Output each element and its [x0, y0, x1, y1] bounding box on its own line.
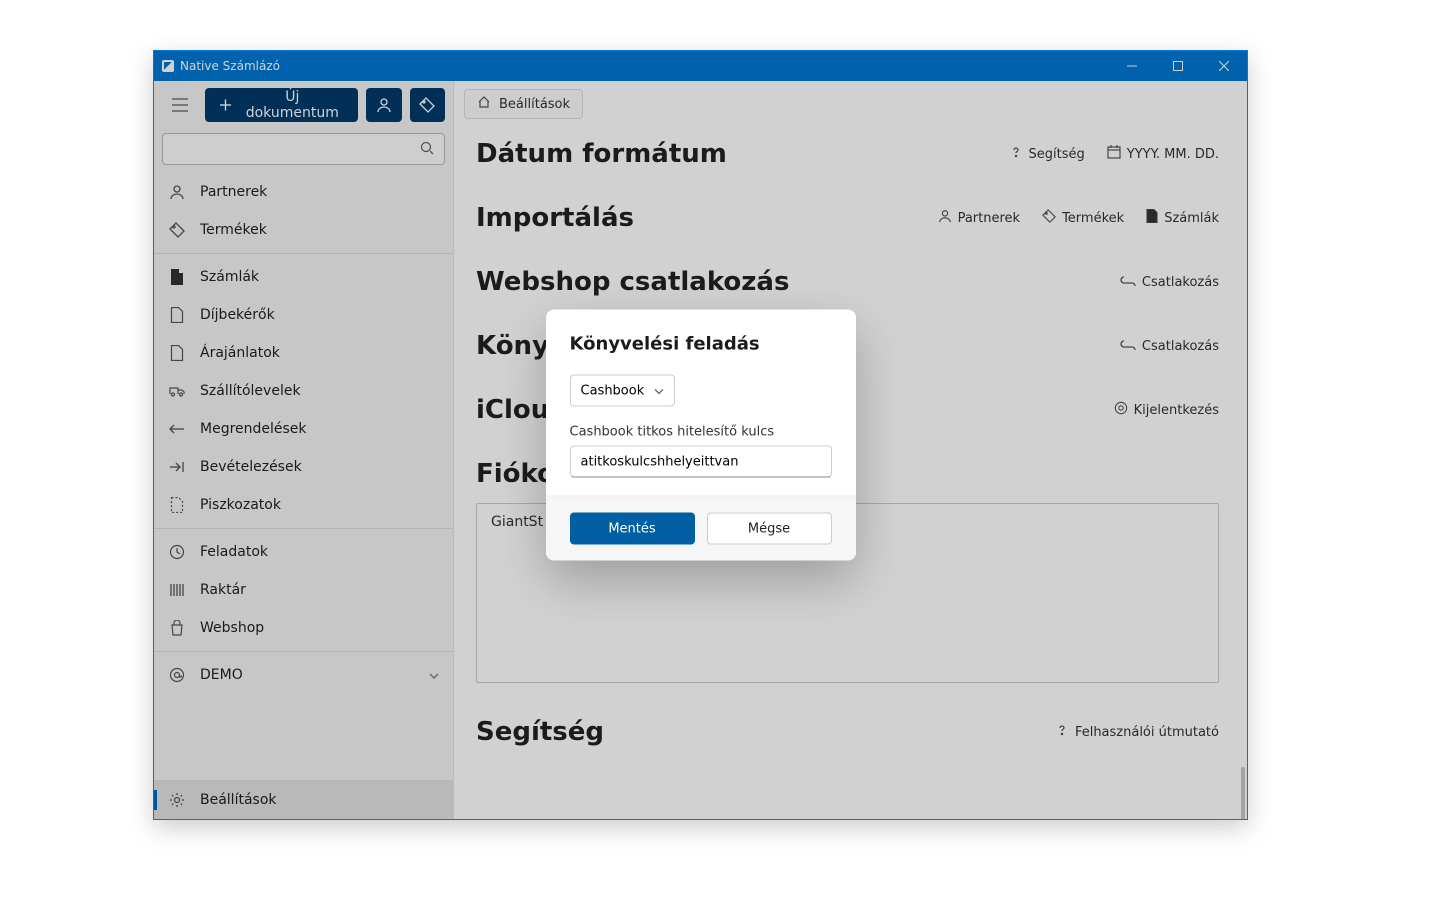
app-window: Native Számlázó Új dokumentum	[153, 50, 1248, 820]
secret-key-input[interactable]	[570, 446, 832, 478]
modal-title: Könyvelési feladás	[570, 334, 832, 355]
provider-value: Cashbook	[581, 383, 645, 398]
secret-key-label: Cashbook titkos hitelesítő kulcs	[570, 425, 832, 440]
accounting-modal: Könyvelési feladás Cashbook Cashbook tit…	[546, 310, 856, 561]
chevron-down-icon	[654, 383, 664, 398]
provider-select[interactable]: Cashbook	[570, 375, 676, 407]
save-button[interactable]: Mentés	[570, 513, 695, 545]
cancel-button[interactable]: Mégse	[707, 513, 832, 545]
